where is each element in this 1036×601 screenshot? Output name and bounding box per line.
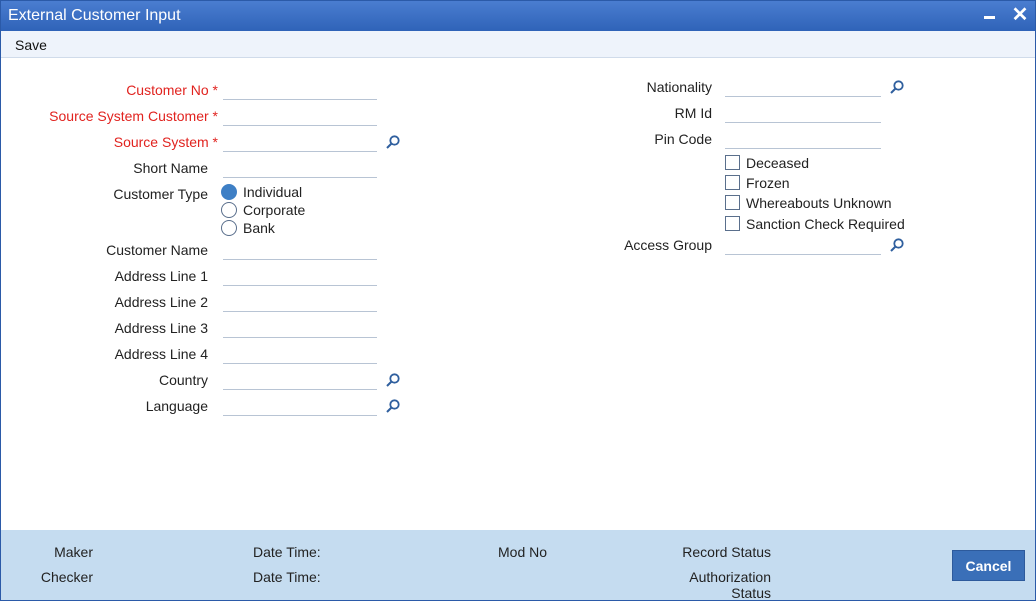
sanction-check-required-checkbox[interactable] bbox=[725, 216, 740, 231]
source-system-input[interactable] bbox=[223, 130, 377, 152]
customer-no-input[interactable] bbox=[223, 78, 377, 100]
address-line-3-input[interactable] bbox=[223, 316, 377, 338]
address-line-4-input[interactable] bbox=[223, 342, 377, 364]
language-input[interactable] bbox=[223, 394, 377, 416]
address-line-4-label: Address Line 4 bbox=[114, 346, 208, 362]
nationality-magnifier-icon[interactable] bbox=[889, 79, 905, 95]
address-line-2-input[interactable] bbox=[223, 290, 377, 312]
authorization-status-label-line2: Status bbox=[731, 585, 771, 601]
customer-type-bank-radio[interactable] bbox=[221, 220, 237, 236]
customer-type-bank-label: Bank bbox=[243, 220, 275, 236]
rm-id-input[interactable] bbox=[725, 101, 881, 123]
pin-code-input[interactable] bbox=[725, 127, 881, 149]
language-label: Language bbox=[145, 398, 208, 414]
whereabouts-unknown-label: Whereabouts Unknown bbox=[746, 195, 892, 211]
close-icon[interactable]: ✕ bbox=[1009, 4, 1031, 26]
source-system-magnifier-icon[interactable] bbox=[385, 134, 401, 150]
frozen-label: Frozen bbox=[746, 175, 790, 191]
address-line-1-label: Address Line 1 bbox=[114, 268, 208, 284]
short-name-label: Short Name bbox=[133, 160, 208, 176]
address-line-2-label: Address Line 2 bbox=[114, 294, 208, 310]
maker-date-time-label: Date Time: bbox=[253, 544, 321, 560]
source-system-customer-label: Source System Customer * bbox=[49, 108, 218, 124]
window-title: External Customer Input bbox=[8, 7, 181, 24]
title-bar: External Customer Input ✕ bbox=[1, 1, 1035, 31]
country-label: Country bbox=[158, 372, 208, 388]
country-input[interactable] bbox=[223, 368, 377, 390]
address-line-3-label: Address Line 3 bbox=[114, 320, 208, 336]
access-group-input[interactable] bbox=[725, 233, 881, 255]
customer-type-individual-radio[interactable] bbox=[221, 184, 237, 200]
deceased-label: Deceased bbox=[746, 155, 810, 171]
menu-bar: Save bbox=[1, 31, 1035, 58]
deceased-checkbox[interactable] bbox=[725, 155, 740, 170]
external-customer-input-window: External Customer Input ✕ Save Customer … bbox=[0, 0, 1036, 601]
nationality-label: Nationality bbox=[646, 79, 712, 95]
customer-type-individual-label: Individual bbox=[243, 184, 303, 200]
checker-date-time-label: Date Time: bbox=[253, 569, 321, 585]
checker-label: Checker bbox=[40, 569, 93, 585]
access-group-magnifier-icon[interactable] bbox=[889, 237, 905, 253]
whereabouts-unknown-checkbox[interactable] bbox=[725, 195, 740, 210]
address-line-1-input[interactable] bbox=[223, 264, 377, 286]
rm-id-label: RM Id bbox=[674, 105, 712, 121]
customer-type-corporate-label: Corporate bbox=[243, 202, 306, 218]
sanction-check-required-label: Sanction Check Required bbox=[746, 216, 905, 232]
minimize-icon[interactable] bbox=[979, 4, 1001, 26]
maker-label: Maker bbox=[54, 544, 93, 560]
customer-name-input[interactable] bbox=[223, 238, 377, 260]
mod-no-label: Mod No bbox=[498, 544, 548, 560]
customer-type-label: Customer Type bbox=[113, 186, 208, 202]
source-system-label: Source System * bbox=[113, 134, 218, 150]
customer-type-corporate-radio[interactable] bbox=[221, 202, 237, 218]
record-status-label: Record Status bbox=[682, 544, 771, 560]
authorization-status-label-line1: Authorization bbox=[689, 569, 771, 585]
country-magnifier-icon[interactable] bbox=[385, 372, 401, 388]
pin-code-label: Pin Code bbox=[654, 131, 712, 147]
save-button[interactable]: Save bbox=[15, 37, 47, 53]
audit-footer: Maker Checker Date Time: Date Time: Mod … bbox=[1, 530, 1035, 601]
customer-name-label: Customer Name bbox=[106, 242, 208, 258]
short-name-input[interactable] bbox=[223, 156, 377, 178]
source-system-customer-input[interactable] bbox=[223, 104, 377, 126]
nationality-input[interactable] bbox=[725, 75, 881, 97]
access-group-label: Access Group bbox=[624, 237, 712, 253]
frozen-checkbox[interactable] bbox=[725, 175, 740, 190]
customer-no-label: Customer No * bbox=[126, 82, 218, 98]
language-magnifier-icon[interactable] bbox=[385, 398, 401, 414]
cancel-button[interactable]: Cancel bbox=[952, 550, 1025, 581]
